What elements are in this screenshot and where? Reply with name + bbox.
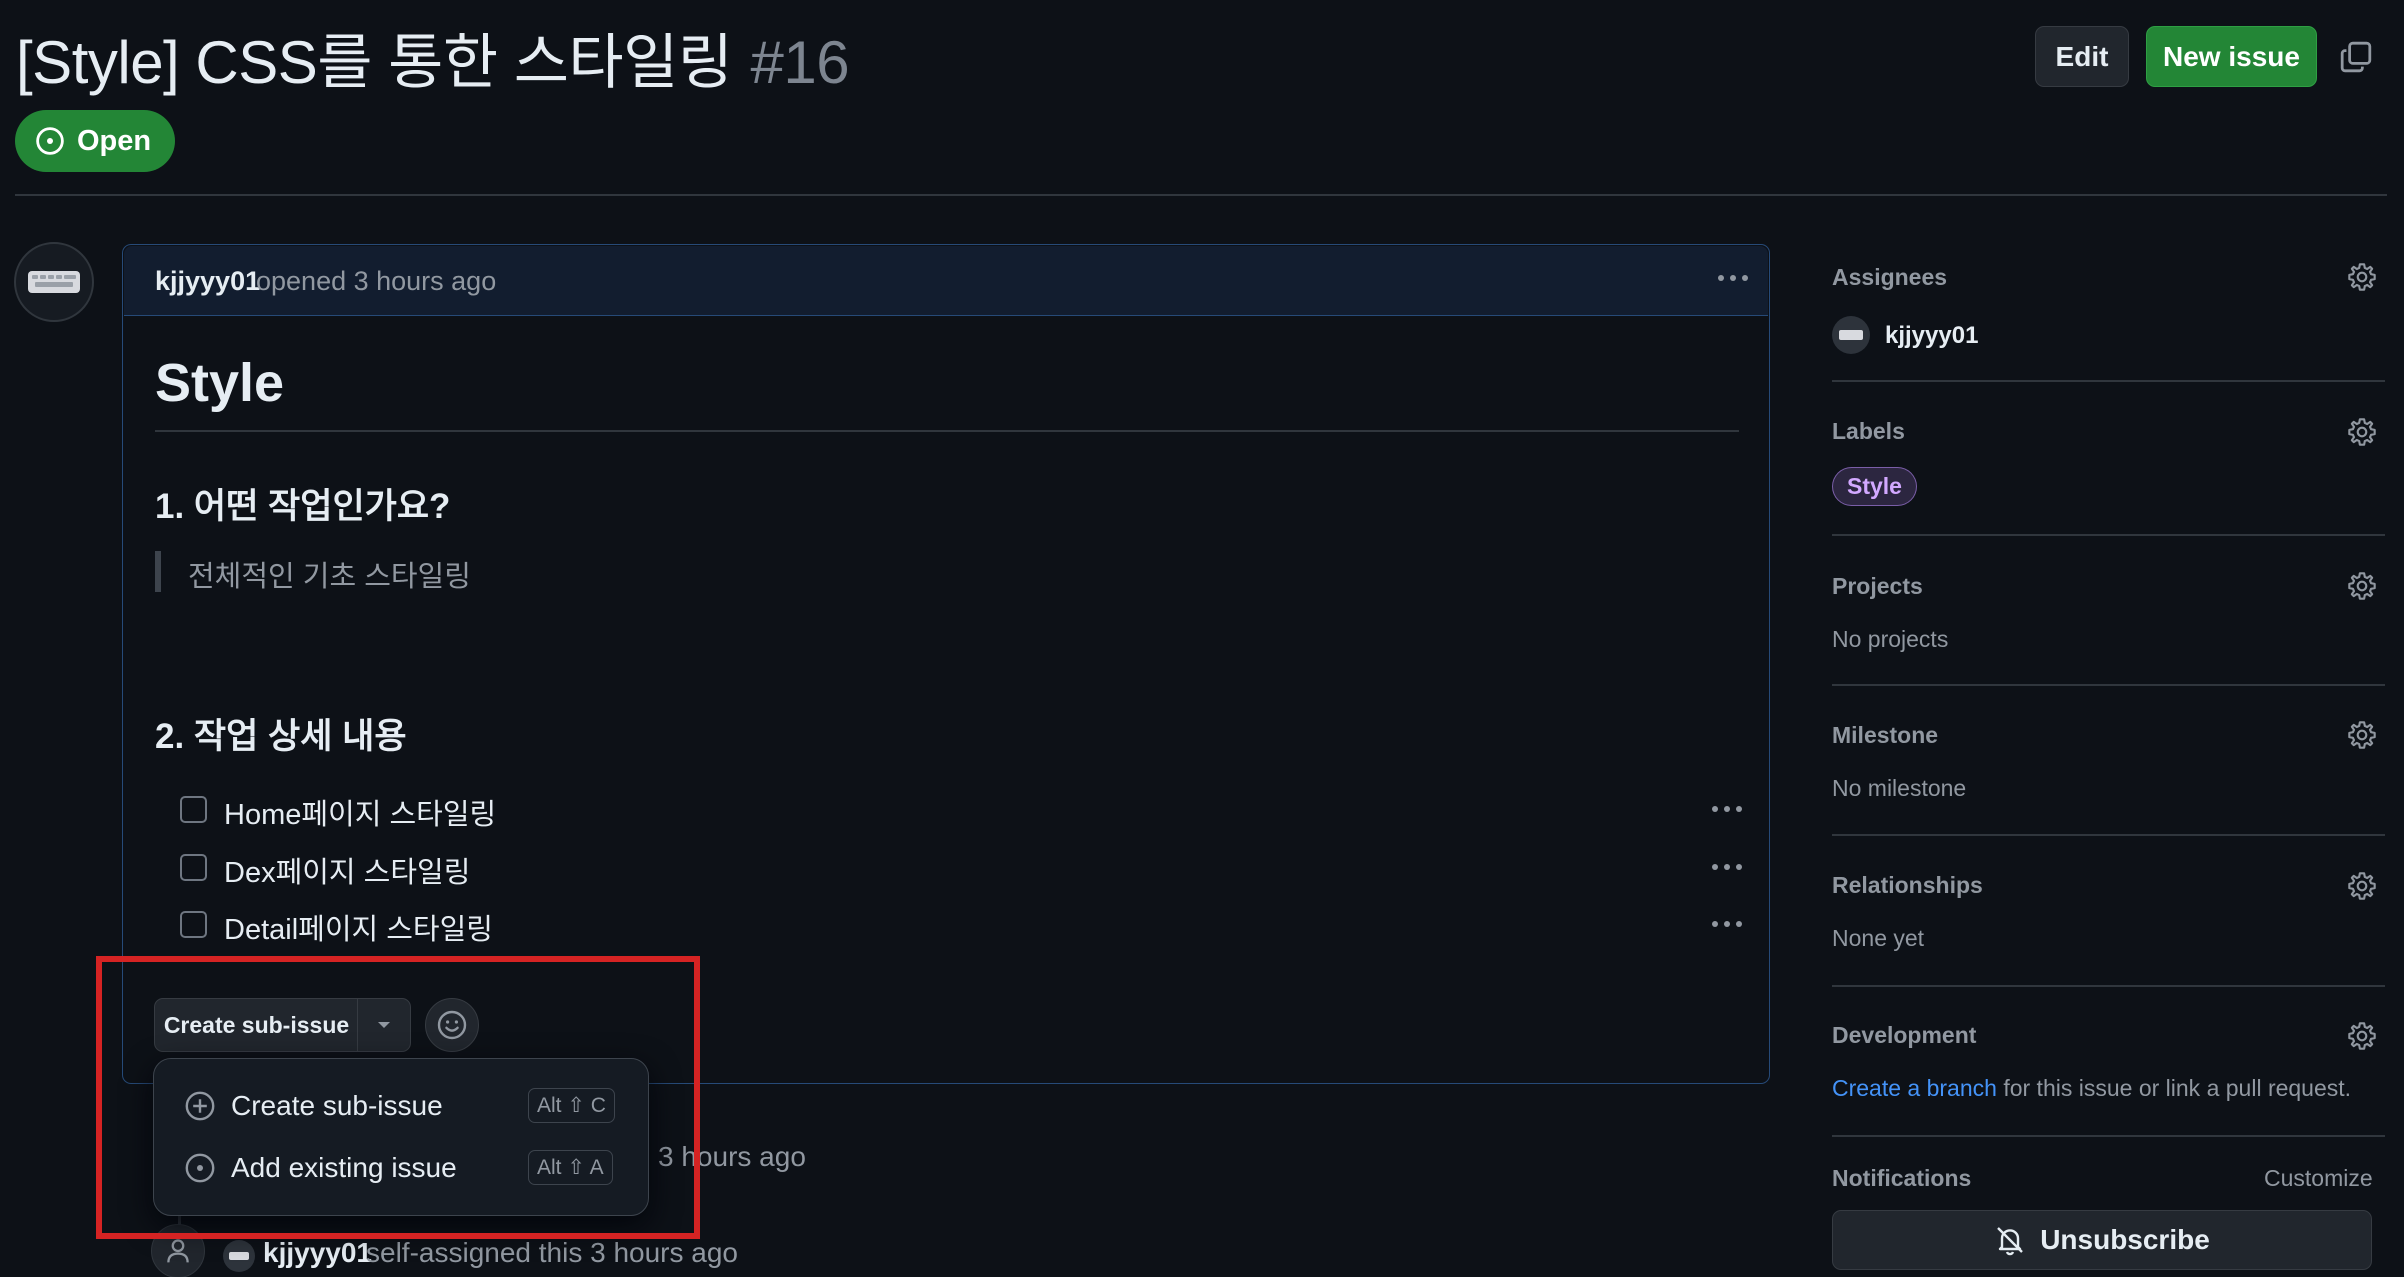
- development-description: for this issue or link a pull request.: [1996, 1075, 2352, 1101]
- notifications-heading: Notifications: [1832, 1165, 1972, 1191]
- keyboard-icon: [229, 1252, 249, 1260]
- task-label: Dex페이지 스타일링: [224, 857, 471, 889]
- task-item: Dex페이지 스타일링: [180, 847, 1750, 889]
- milestone-value: No milestone: [1832, 775, 1967, 801]
- task-checkbox[interactable]: [180, 911, 207, 938]
- sidebar-divider: [1832, 380, 2385, 382]
- task-checkbox[interactable]: [180, 854, 207, 881]
- development-gear-icon[interactable]: [2346, 1020, 2378, 1052]
- task-label: Detail페이지 스타일링: [224, 914, 493, 946]
- keyboard-icon: [28, 271, 80, 293]
- sidebar-divider: [1832, 1135, 2385, 1137]
- header-divider: [15, 194, 2387, 196]
- create-branch-link[interactable]: Create a branch: [1832, 1075, 1997, 1101]
- comment-heading: Style: [155, 353, 285, 413]
- section-1-quote: 전체적인 기초 스타일링: [188, 561, 471, 593]
- task-options-kebab-icon[interactable]: [1712, 921, 1742, 927]
- event-author-avatar[interactable]: [223, 1240, 255, 1272]
- issue-state-label: Open: [77, 124, 152, 157]
- relationships-gear-icon[interactable]: [2346, 870, 2378, 902]
- blockquote-bar: [155, 551, 161, 592]
- section-1-title: 1. 어떤 작업인가요?: [155, 487, 451, 526]
- customize-notifications-link[interactable]: Customize: [2264, 1165, 2373, 1192]
- issue-opened-icon: [35, 126, 65, 156]
- bell-slash-icon: [1994, 1224, 2026, 1256]
- sidebar-divider: [1832, 534, 2385, 536]
- keyboard-icon: [1839, 330, 1863, 340]
- projects-heading: Projects: [1832, 573, 1923, 599]
- development-heading: Development: [1832, 1022, 1977, 1048]
- relationships-value: None yet: [1832, 925, 1925, 951]
- projects-value: No projects: [1832, 626, 1949, 652]
- task-options-kebab-icon[interactable]: [1712, 806, 1742, 812]
- issue-title-text: [Style] CSS를 통한 스타일링: [16, 29, 733, 96]
- sidebar-divider: [1832, 834, 2385, 836]
- unsubscribe-label: Unsubscribe: [2040, 1224, 2210, 1255]
- comment-author-link[interactable]: kjjyyy01: [155, 266, 260, 297]
- projects-gear-icon[interactable]: [2346, 570, 2378, 602]
- task-item: Detail페이지 스타일링: [180, 904, 1750, 946]
- sidebar-divider: [1832, 684, 2385, 686]
- event-author-link[interactable]: kjjyyy01: [263, 1237, 372, 1269]
- task-item: Home페이지 스타일링: [180, 789, 1750, 831]
- labels-gear-icon[interactable]: [2346, 416, 2378, 448]
- issue-number: #16: [750, 29, 850, 96]
- event-description: self-assigned this 3 hours ago: [366, 1237, 738, 1268]
- edit-button[interactable]: Edit: [2035, 26, 2129, 87]
- annotation-highlight-box: [96, 956, 700, 1239]
- sidebar-divider: [1832, 985, 2385, 987]
- issue-title: [Style] CSS를 통한 스타일링 #16: [16, 14, 850, 101]
- comment-options-kebab-icon[interactable]: [1718, 275, 1748, 281]
- comment-timestamp: opened 3 hours ago: [256, 266, 497, 296]
- author-avatar[interactable]: [14, 242, 94, 322]
- labels-heading: Labels: [1832, 418, 1905, 444]
- person-icon: [167, 1239, 189, 1263]
- new-issue-button[interactable]: New issue: [2146, 26, 2317, 87]
- task-label: Home페이지 스타일링: [224, 799, 497, 831]
- assignee-name[interactable]: kjjyyy01: [1885, 322, 1978, 350]
- unsubscribe-button[interactable]: Unsubscribe: [1832, 1210, 2372, 1270]
- development-text: Create a branch for this issue or link a…: [1832, 1075, 2351, 1102]
- section-2-title: 2. 작업 상세 내용: [155, 717, 407, 756]
- assignee-avatar[interactable]: [1832, 316, 1870, 354]
- relationships-heading: Relationships: [1832, 872, 1983, 898]
- issue-state-badge: Open: [15, 110, 176, 172]
- copy-link-icon[interactable]: [2339, 40, 2373, 74]
- task-checkbox[interactable]: [180, 796, 207, 823]
- task-options-kebab-icon[interactable]: [1712, 864, 1742, 870]
- milestone-heading: Milestone: [1832, 722, 1939, 748]
- assignees-heading: Assignees: [1832, 264, 1948, 290]
- heading-rule: [155, 430, 1739, 432]
- milestone-gear-icon[interactable]: [2346, 719, 2378, 751]
- assignees-gear-icon[interactable]: [2346, 261, 2378, 293]
- label-style[interactable]: Style: [1832, 467, 1917, 506]
